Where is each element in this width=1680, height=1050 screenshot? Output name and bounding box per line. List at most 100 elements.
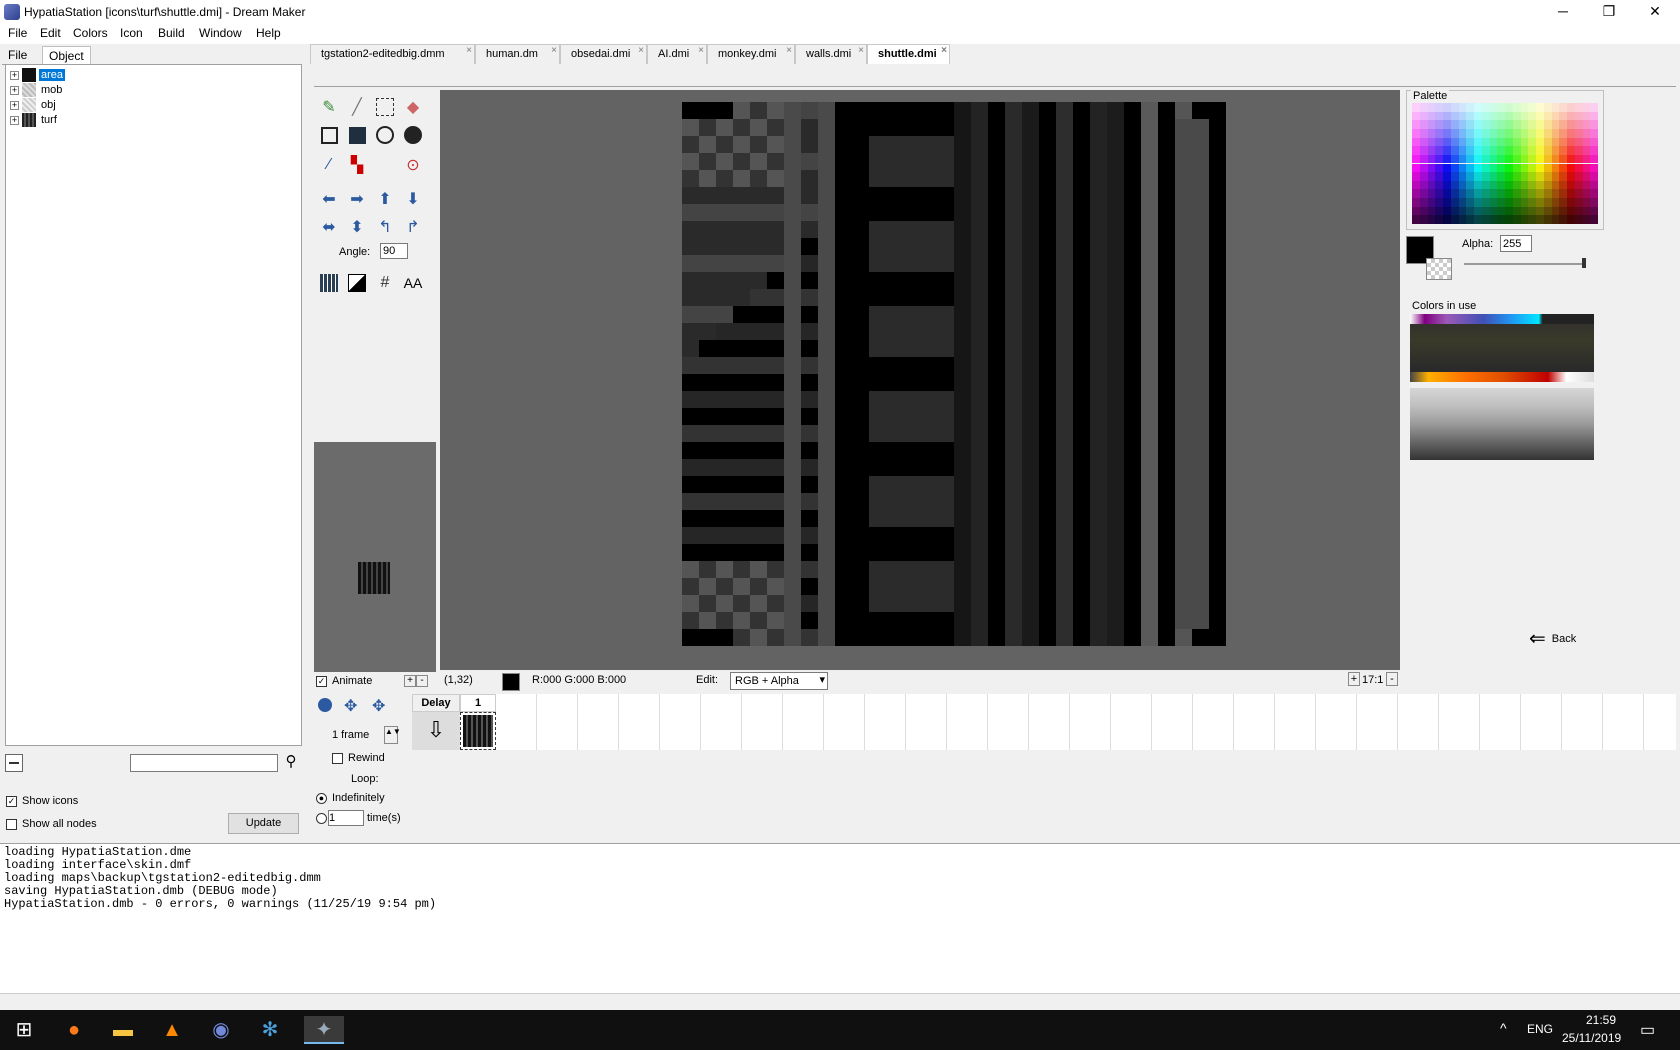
shift-up-icon[interactable]: ⬆ bbox=[374, 188, 396, 210]
rect-outline-icon[interactable] bbox=[318, 124, 340, 146]
close-tab-icon[interactable]: × bbox=[638, 45, 644, 56]
rotate-right-icon[interactable]: ↱ bbox=[402, 216, 424, 238]
rotate-left-icon[interactable]: ↰ bbox=[374, 216, 396, 238]
animate-checkbox[interactable]: ✓ Animate bbox=[316, 675, 372, 687]
windows-start-icon[interactable]: ⊞ bbox=[10, 1016, 38, 1044]
move-icon[interactable]: ✥ bbox=[344, 696, 357, 716]
expand-icon[interactable]: ✥ bbox=[372, 696, 385, 716]
loop-times-input[interactable] bbox=[328, 810, 364, 826]
expand-icon[interactable]: + bbox=[10, 85, 19, 95]
pencil-icon[interactable]: ✎ bbox=[318, 96, 340, 118]
tab-ai[interactable]: AI.dmi × bbox=[647, 44, 707, 64]
tree-item-mob[interactable]: + mob bbox=[10, 82, 64, 98]
eraser-icon[interactable]: ◆ bbox=[402, 96, 424, 118]
tab-file[interactable]: File bbox=[2, 46, 33, 64]
zoom-out-button[interactable]: - bbox=[1386, 672, 1398, 686]
menu-edit[interactable]: Edit bbox=[40, 26, 61, 40]
ellipse-filled-icon[interactable] bbox=[402, 124, 424, 146]
down-arrow-icon[interactable]: ⇩ bbox=[412, 712, 460, 750]
vlc-icon[interactable]: ▲ bbox=[158, 1016, 186, 1044]
restore-button[interactable]: ❐ bbox=[1586, 0, 1632, 24]
grid-lines-icon[interactable]: # bbox=[374, 272, 396, 294]
frame-spinner[interactable]: ▲▼ bbox=[384, 726, 401, 744]
tab-shuttle[interactable]: shuttle.dmi × bbox=[867, 44, 950, 64]
eyedropper-icon[interactable]: ⁄ bbox=[318, 154, 340, 176]
alpha-slider[interactable] bbox=[1464, 263, 1584, 265]
dream-maker-taskbar-icon[interactable]: ✦ bbox=[304, 1016, 344, 1044]
file-explorer-icon[interactable]: ▬ bbox=[109, 1016, 137, 1044]
close-tab-icon[interactable]: × bbox=[466, 45, 472, 56]
minimize-button[interactable]: ─ bbox=[1540, 0, 1586, 24]
clock-date[interactable]: 25/11/2019 bbox=[1562, 1031, 1621, 1045]
alpha-slider-thumb[interactable] bbox=[1582, 258, 1586, 268]
menu-help[interactable]: Help bbox=[256, 26, 281, 40]
select-icon[interactable] bbox=[374, 96, 396, 118]
back-button[interactable]: ⇐ Back bbox=[1529, 626, 1576, 651]
grid-icon[interactable] bbox=[318, 272, 340, 294]
close-button[interactable]: ✕ bbox=[1632, 0, 1678, 24]
loop-times-radio[interactable]: time(s) bbox=[316, 810, 401, 826]
tree-item-area[interactable]: + area bbox=[10, 67, 66, 83]
shift-right-icon[interactable]: ➡ bbox=[346, 188, 368, 210]
output-console[interactable]: loading HypatiaStation.dme loading inter… bbox=[0, 843, 1680, 993]
antialias-toggle[interactable]: AA bbox=[402, 272, 424, 294]
tab-tgstation2[interactable]: tgstation2-editedbig.dmm × bbox=[310, 44, 475, 64]
expand-icon[interactable]: + bbox=[10, 115, 19, 125]
frame-slots[interactable] bbox=[496, 712, 1676, 750]
zoom-in-button[interactable]: + bbox=[1348, 672, 1360, 686]
tab-monkey[interactable]: monkey.dmi × bbox=[707, 44, 795, 64]
search-input[interactable] bbox=[130, 754, 278, 772]
zoom-icon[interactable]: ⊙ bbox=[402, 154, 424, 176]
language-indicator[interactable]: ENG bbox=[1527, 1022, 1553, 1036]
tab-human[interactable]: human.dm × bbox=[475, 44, 560, 64]
tree-item-obj[interactable]: + obj bbox=[10, 97, 58, 113]
contrast-icon[interactable] bbox=[346, 272, 368, 294]
background-color[interactable] bbox=[1426, 258, 1452, 280]
menu-window[interactable]: Window bbox=[199, 26, 242, 40]
discord-icon[interactable]: ◉ bbox=[207, 1016, 235, 1044]
close-tab-icon[interactable]: × bbox=[698, 45, 704, 56]
ellipse-outline-icon[interactable] bbox=[374, 124, 396, 146]
close-tab-icon[interactable]: × bbox=[858, 45, 864, 56]
palette-grid[interactable] bbox=[1412, 103, 1598, 224]
menu-file[interactable]: File bbox=[8, 26, 27, 40]
edit-mode-select[interactable]: RGB + Alpha ▾ bbox=[730, 672, 828, 690]
loop-indefinitely-radio[interactable]: ● Indefinitely bbox=[316, 792, 385, 804]
fill-icon[interactable]: ▚ bbox=[346, 154, 368, 176]
preview-zoom-out[interactable]: - bbox=[416, 675, 428, 687]
pixel-canvas[interactable] bbox=[682, 102, 1226, 646]
expand-icon[interactable]: + bbox=[10, 100, 19, 110]
shift-down-icon[interactable]: ⬇ bbox=[402, 188, 424, 210]
frame-1-thumbnail[interactable] bbox=[460, 712, 496, 750]
close-tab-icon[interactable]: × bbox=[786, 45, 792, 56]
close-tab-icon[interactable]: × bbox=[551, 45, 557, 56]
alpha-input[interactable] bbox=[1500, 235, 1532, 252]
preview-zoom-in[interactable]: + bbox=[404, 675, 416, 687]
play-icon[interactable] bbox=[318, 698, 332, 712]
collapse-button[interactable] bbox=[5, 754, 23, 772]
menu-icon[interactable]: Icon bbox=[120, 26, 143, 40]
app-icon[interactable]: ✻ bbox=[256, 1016, 284, 1044]
tab-obsedai[interactable]: obsedai.dmi × bbox=[560, 44, 647, 64]
notification-icon[interactable]: ▭ bbox=[1640, 1020, 1655, 1040]
search-icon[interactable]: ⚲ bbox=[281, 752, 301, 772]
colors-in-use-swatches[interactable] bbox=[1410, 314, 1594, 382]
angle-input[interactable] bbox=[380, 243, 408, 259]
show-all-nodes-checkbox[interactable]: Show all nodes bbox=[6, 818, 97, 830]
menu-colors[interactable]: Colors bbox=[73, 26, 108, 40]
flip-vertical-icon[interactable]: ⬍ bbox=[346, 216, 368, 238]
clock-time[interactable]: 21:59 bbox=[1576, 1013, 1626, 1027]
expand-icon[interactable]: + bbox=[10, 70, 19, 80]
tab-object[interactable]: Object bbox=[42, 46, 91, 64]
close-tab-icon[interactable]: × bbox=[941, 45, 947, 56]
rect-filled-icon[interactable] bbox=[346, 124, 368, 146]
firefox-icon[interactable]: ● bbox=[60, 1016, 88, 1044]
flip-horizontal-icon[interactable]: ⬌ bbox=[318, 216, 340, 238]
shift-left-icon[interactable]: ⬅ bbox=[318, 188, 340, 210]
show-icons-checkbox[interactable]: ✓ Show icons bbox=[6, 795, 78, 807]
tab-walls[interactable]: walls.dmi × bbox=[795, 44, 867, 64]
grayscale-swatches[interactable] bbox=[1410, 388, 1594, 460]
tree-item-turf[interactable]: + turf bbox=[10, 112, 59, 128]
tray-chevron-icon[interactable]: ^ bbox=[1500, 1020, 1507, 1036]
update-button[interactable]: Update bbox=[228, 813, 299, 834]
